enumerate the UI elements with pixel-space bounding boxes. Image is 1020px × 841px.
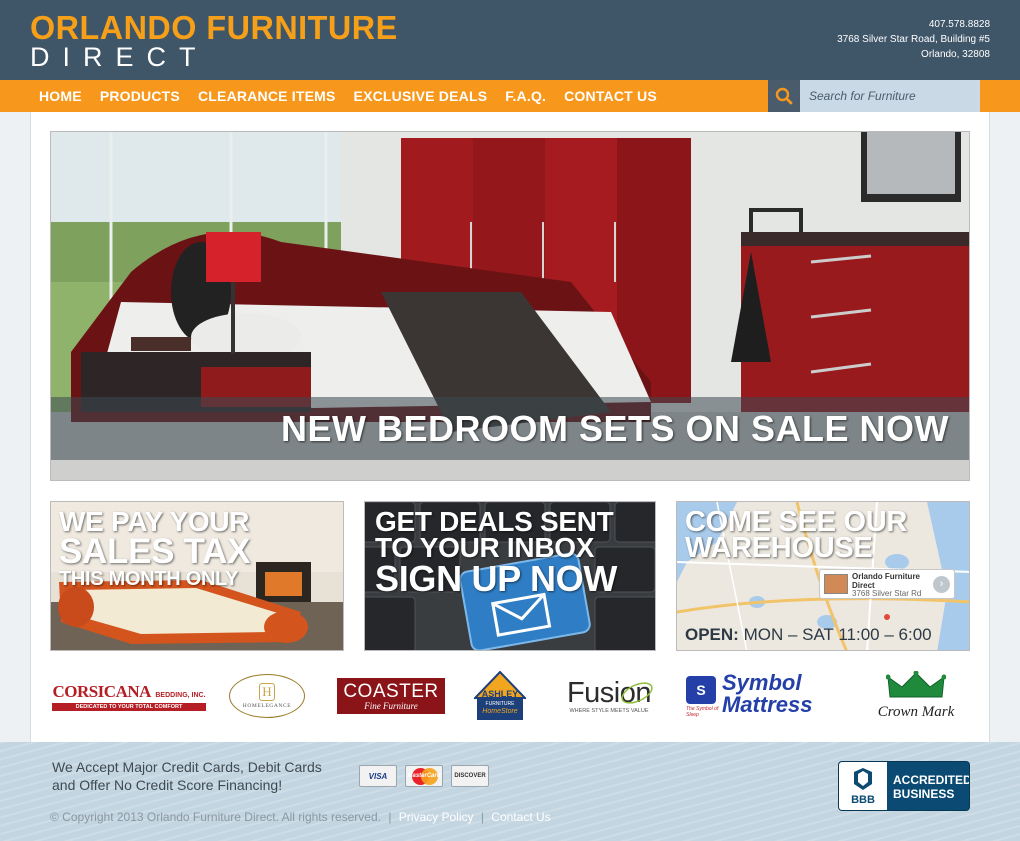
location-thumbnail xyxy=(824,574,848,594)
crown-icon xyxy=(885,670,947,698)
fusion-orbit-icon xyxy=(621,682,653,704)
ashley-name: ASHLEY xyxy=(481,689,519,699)
nav-contact-us[interactable]: CONTACT US xyxy=(564,80,657,112)
bbb-torch-icon xyxy=(854,768,872,790)
crown-mark-name: Crown Mark xyxy=(877,704,955,720)
search-icon xyxy=(775,87,793,105)
brand-homelegance[interactable]: H HOMELEGANCE xyxy=(228,668,306,724)
site-logo[interactable]: ORLANDO FURNITURE DIRECT xyxy=(30,9,405,72)
symbol-name: Symbol xyxy=(722,670,802,695)
separator: | xyxy=(480,810,484,824)
promo-email-signup[interactable]: GET DEALS SENT TO YOUR INBOX SIGN UP NOW xyxy=(364,501,656,651)
map-pin-card[interactable]: Orlando Furniture Direct 3768 Silver Sta… xyxy=(819,569,955,599)
ashley-sub1: FURNITURE xyxy=(485,701,515,707)
nav-faq[interactable]: F.A.Q. xyxy=(505,80,546,112)
bbb-logo-text: BBB xyxy=(851,794,875,806)
brand-ashley[interactable]: ASHLEY FURNITURE HomeStore xyxy=(474,668,526,724)
separator: | xyxy=(388,810,392,824)
phone-number[interactable]: 407.578.8828 xyxy=(837,17,990,32)
logo-line2: DIRECT xyxy=(30,42,209,72)
promo-sales-tax[interactable]: WE PAY YOUR SALES TAX THIS MONTH ONLY xyxy=(50,501,344,651)
nav-clearance-items[interactable]: CLEARANCE ITEMS xyxy=(198,80,336,112)
hours-label: OPEN: xyxy=(685,625,739,644)
corsicana-suffix: BEDDING, INC. xyxy=(155,691,206,699)
contact-info: 407.578.8828 3768 Silver Star Road, Buil… xyxy=(837,17,990,62)
symbol-logo-icon: S xyxy=(686,676,716,704)
payment-cards: VISA MasterCard DISCOVER xyxy=(359,765,489,787)
promo-tax-line2: SALES TAX xyxy=(59,532,251,571)
chevron-right-icon[interactable]: › xyxy=(933,576,950,593)
bbb-line2: BUSINESS xyxy=(893,787,955,801)
payment-info: We Accept Major Credit Cards, Debit Card… xyxy=(52,758,322,794)
copyright-text: © Copyright 2013 Orlando Furniture Direc… xyxy=(50,810,381,824)
brand-fusion[interactable]: Fusion WHERE STYLE MEETS VALUE xyxy=(559,668,659,724)
brand-coaster[interactable]: COASTER Fine Furniture xyxy=(337,668,445,724)
hero-caption: NEW BEDROOM SETS ON SALE NOW xyxy=(280,407,949,449)
nav-products[interactable]: PRODUCTS xyxy=(100,80,180,112)
homelegance-name: HOMELEGANCE xyxy=(242,703,292,709)
nav-home[interactable]: HOME xyxy=(39,80,82,112)
corsicana-name: CORSICANA xyxy=(52,681,151,701)
promo-warehouse-line2: WAREHOUSE xyxy=(685,532,873,564)
site-header: ORLANDO FURNITURE DIRECT 407.578.8828 37… xyxy=(0,0,1020,80)
copyright-bar: © Copyright 2013 Orlando Furniture Direc… xyxy=(50,810,551,824)
privacy-policy-link[interactable]: Privacy Policy xyxy=(399,810,474,824)
homelegance-emblem-icon: H xyxy=(259,683,275,701)
address-line2: Orlando, 32808 xyxy=(921,49,990,60)
nav-exclusive-deals[interactable]: EXCLUSIVE DEALS xyxy=(354,80,488,112)
brand-symbol-mattress[interactable]: S The Symbol of Sleep Symbol Mattress xyxy=(686,668,850,724)
promo-tax-line3: THIS MONTH ONLY xyxy=(59,568,239,590)
logo-line1: ORLANDO FURNITURE xyxy=(30,9,398,46)
promo-warehouse-map[interactable]: COME SEE OUR WAREHOUSE Orlando Furniture… xyxy=(676,501,970,651)
brand-corsicana[interactable]: CORSICANA BEDDING, INC. DEDICATED TO YOU… xyxy=(52,668,206,724)
fusion-tagline: WHERE STYLE MEETS VALUE xyxy=(569,708,649,714)
corsicana-tagline: DEDICATED TO YOUR TOTAL COMFORT xyxy=(52,702,206,711)
coaster-name: COASTER xyxy=(343,680,439,702)
hours-value: MON – SAT 11:00 – 6:00 xyxy=(743,625,932,644)
mastercard-icon: MasterCard xyxy=(405,765,443,787)
mastercard-label: MasterCard xyxy=(407,773,441,779)
coaster-tagline: Fine Furniture xyxy=(364,700,418,711)
bbb-accredited-badge[interactable]: BBB ACCREDITED BUSINESS xyxy=(838,761,970,811)
visa-icon: VISA xyxy=(359,765,397,787)
ashley-sub2: HomeStore xyxy=(482,708,518,715)
address-line1: 3768 Silver Star Road, Building #5 xyxy=(837,34,990,45)
map-pin-title: Orlando Furniture Direct xyxy=(852,572,920,590)
hero-caption-band: NEW BEDROOM SETS ON SALE NOW xyxy=(51,397,969,460)
promo-deals-line3: SIGN UP NOW xyxy=(375,558,618,599)
bbb-line1: ACCREDITED xyxy=(893,773,970,787)
search-button[interactable] xyxy=(768,80,800,112)
payment-line1: We Accept Major Credit Cards, Debit Card… xyxy=(52,759,322,775)
contact-us-link[interactable]: Contact Us xyxy=(491,810,550,824)
map-pin-address: 3768 Silver Star Rd xyxy=(852,589,922,598)
discover-icon: DISCOVER xyxy=(451,765,489,787)
warehouse-hours: OPEN: MON – SAT 11:00 – 6:00 xyxy=(685,625,932,645)
symbol-tagline: The Symbol of Sleep xyxy=(686,706,719,718)
symbol-name2: Mattress xyxy=(722,692,813,717)
brand-crown-mark[interactable]: Crown Mark xyxy=(872,668,960,724)
search-input[interactable] xyxy=(800,80,980,112)
bbb-logo-icon: BBB xyxy=(839,762,887,810)
payment-line2: and Offer No Credit Score Financing! xyxy=(52,777,283,793)
hero-banner[interactable]: NEW BEDROOM SETS ON SALE NOW xyxy=(50,131,970,481)
